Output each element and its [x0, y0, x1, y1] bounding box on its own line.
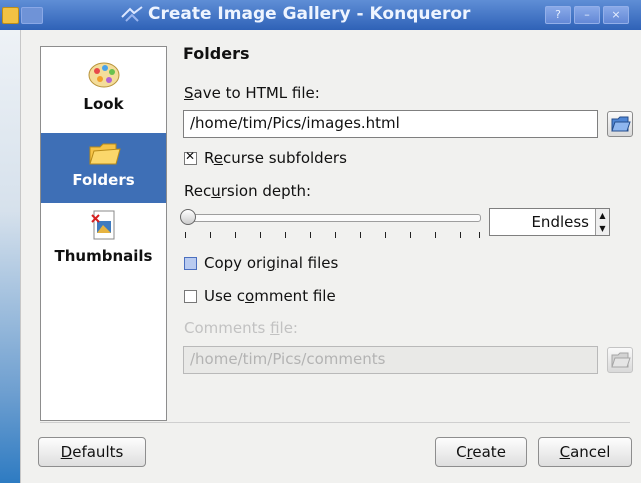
folder-icon [88, 143, 121, 165]
label-accelerator: u [211, 182, 221, 200]
label-text: inal files [275, 254, 339, 272]
minimize-button[interactable]: – [574, 6, 600, 24]
label-accelerator: e [213, 149, 223, 167]
spinbox-arrows[interactable]: ▲ ▼ [595, 209, 609, 235]
label-text: R [204, 149, 214, 167]
label-text: Rec [184, 182, 212, 200]
slider-tick [185, 232, 186, 238]
slider-tick [479, 232, 480, 238]
spinbox-value: Endless [531, 213, 589, 231]
comments-file-label: Comments file: [184, 319, 298, 337]
slider-tick [260, 232, 261, 238]
label-accelerator: f [270, 319, 280, 337]
slider-tick [360, 232, 361, 238]
use-comment-file-checkbox[interactable] [184, 290, 197, 303]
sidebar-item-label: Folders [72, 171, 135, 189]
slider-tick [435, 232, 436, 238]
slider-tick [310, 232, 311, 238]
button-label: C [456, 443, 467, 461]
page-title: Folders [183, 44, 250, 63]
desktop-background [0, 30, 20, 483]
save-to-html-label: Save to HTML file: [184, 84, 320, 102]
label-accelerator: S [184, 84, 194, 102]
sidebar-item-label: Thumbnails [54, 247, 153, 265]
open-folder-icon [611, 352, 631, 368]
slider-tick [335, 232, 336, 238]
window-controls: ? – × [545, 6, 629, 24]
close-button[interactable]: × [603, 6, 629, 24]
gallery-tool-icon [121, 6, 143, 22]
recursion-depth-label: Recursion depth: [184, 182, 311, 200]
recursion-depth-spinbox[interactable]: Endless ▲ ▼ [489, 208, 610, 236]
slider-tick [410, 232, 411, 238]
open-folder-icon [611, 116, 631, 132]
copy-original-files-label: Copy original files [204, 254, 338, 272]
save-path-input[interactable]: /home/tim/Pics/images.html [183, 110, 598, 138]
label-text: Use c [204, 287, 246, 305]
title-left-icons [2, 7, 43, 24]
konqueror-folder-icon[interactable] [2, 7, 19, 24]
button-label: efaults [72, 443, 124, 461]
sidebar-item-thumbnails[interactable]: Thumbnails [41, 209, 166, 279]
recursion-depth-slider[interactable] [185, 214, 481, 222]
slider-tick [285, 232, 286, 238]
slider-tick [385, 232, 386, 238]
button-label: eate [472, 443, 506, 461]
window-title: Create Image Gallery - Konqueror [148, 4, 471, 24]
defaults-button[interactable]: Defaults [38, 437, 146, 467]
label-text: ave to HTML file: [193, 84, 320, 102]
button-accelerator: C [559, 443, 571, 461]
label-text: ile: [279, 319, 298, 337]
label-text: rsion depth: [220, 182, 312, 200]
label-accelerator: g [266, 254, 276, 272]
slider-tick [235, 232, 236, 238]
comments-path-input[interactable]: /home/tim/Pics/comments [183, 346, 598, 374]
button-accelerator: D [60, 443, 73, 461]
label-text: Comments [184, 319, 271, 337]
slider-handle[interactable] [180, 209, 196, 225]
create-button[interactable]: Create [435, 437, 527, 467]
label-text: mment file [254, 287, 336, 305]
sidebar-item-label: Look [83, 95, 124, 113]
use-comment-file-label: Use comment file [204, 287, 336, 305]
page-list: Look Folders Thumbnails [40, 46, 167, 421]
cancel-button[interactable]: Cancel [538, 437, 632, 467]
browse-save-button[interactable] [607, 111, 633, 137]
help-button[interactable]: ? [545, 6, 571, 24]
recurse-subfolders-checkbox[interactable] [184, 149, 197, 165]
recurse-subfolders-label: Recurse subfolders [204, 149, 347, 167]
label-accelerator: o [245, 287, 255, 305]
window-menu-icon[interactable] [21, 7, 43, 24]
sidebar-item-look[interactable]: Look [41, 57, 166, 137]
title-bar: Create Image Gallery - Konqueror ? – × [0, 0, 641, 30]
label-text: curse subfolders [222, 149, 347, 167]
browse-comments-button[interactable] [607, 347, 633, 373]
dialog-body: Look Folders Thumbnails Folders Save to … [20, 30, 641, 483]
sidebar-item-folders[interactable]: Folders [41, 133, 166, 203]
button-divider [40, 422, 630, 423]
slider-tick [210, 232, 211, 238]
label-text: Copy ori [204, 254, 267, 272]
copy-original-files-checkbox[interactable] [184, 257, 197, 270]
slider-tick [460, 232, 461, 238]
palette-icon [88, 62, 119, 88]
button-label: ancel [570, 443, 611, 461]
image-file-icon [90, 210, 114, 240]
